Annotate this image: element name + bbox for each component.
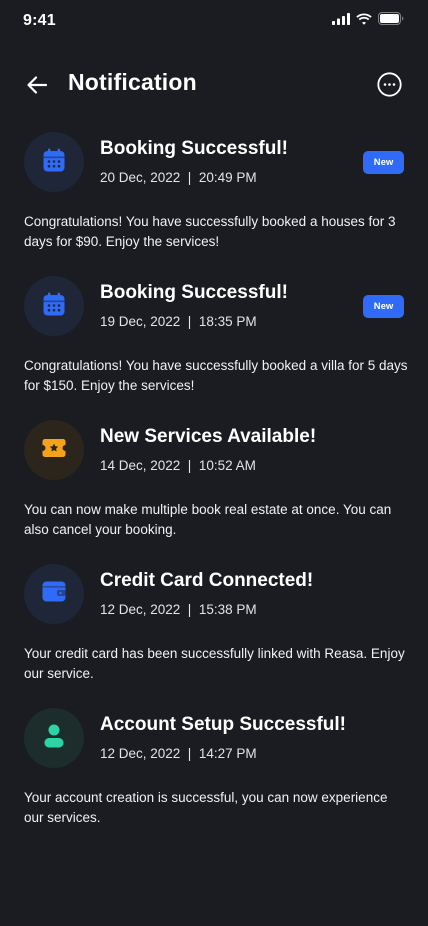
notification-timestamp: 14 Dec, 2022 | 10:52 AM: [100, 458, 256, 473]
more-horizontal-icon: [377, 72, 402, 101]
notification-icon-circle: [24, 276, 84, 336]
cellular-signal-icon: [332, 12, 350, 30]
calendar-icon: [43, 148, 65, 177]
notification-item[interactable]: Booking Successful! 20 Dec, 2022 | 20:49…: [0, 130, 428, 274]
notification-timestamp: 12 Dec, 2022 | 15:38 PM: [100, 602, 257, 617]
notification-message: You can now make multiple book real esta…: [24, 502, 392, 537]
notification-item[interactable]: Credit Card Connected! 12 Dec, 2022 | 15…: [0, 562, 428, 706]
back-button[interactable]: [24, 72, 50, 98]
notification-title: New Services Available!: [100, 426, 317, 447]
new-badge: New: [363, 151, 404, 174]
status-time: 9:41: [23, 12, 56, 29]
ticket-star-icon: [42, 438, 66, 463]
notification-title: Booking Successful!: [100, 282, 288, 303]
notification-message: Congratulations! You have successfully b…: [24, 214, 396, 249]
header: Notification: [0, 60, 428, 108]
battery-icon: [378, 12, 404, 30]
notification-item[interactable]: Booking Successful! 19 Dec, 2022 | 18:35…: [0, 274, 428, 418]
notification-timestamp: 20 Dec, 2022 | 20:49 PM: [100, 170, 257, 185]
notification-icon-circle: [24, 132, 84, 192]
notification-timestamp: 19 Dec, 2022 | 18:35 PM: [100, 314, 257, 329]
notification-icon-circle: [24, 420, 84, 480]
notification-title: Account Setup Successful!: [100, 714, 346, 735]
notification-icon-circle: [24, 564, 84, 624]
notification-timestamp: 12 Dec, 2022 | 14:27 PM: [100, 746, 257, 761]
wifi-icon: [356, 12, 372, 30]
status-icons: [332, 12, 404, 30]
notification-item[interactable]: Account Setup Successful! 12 Dec, 2022 |…: [0, 706, 428, 850]
notification-message: Your account creation is successful, you…: [24, 790, 388, 825]
status-bar: 9:41: [0, 0, 428, 44]
wallet-icon: [42, 581, 66, 607]
notification-message: Your credit card has been successfully l…: [24, 646, 405, 681]
notification-message: Congratulations! You have successfully b…: [24, 358, 408, 393]
new-badge: New: [363, 295, 404, 318]
arrow-left-icon: [24, 76, 50, 102]
notification-title: Booking Successful!: [100, 138, 288, 159]
notification-item[interactable]: New Services Available! 14 Dec, 2022 | 1…: [0, 418, 428, 562]
calendar-icon: [43, 292, 65, 321]
more-options-button[interactable]: [377, 72, 402, 97]
user-icon: [44, 724, 64, 753]
notification-icon-circle: [24, 708, 84, 768]
notification-title: Credit Card Connected!: [100, 570, 314, 591]
page-title: Notification: [68, 69, 197, 95]
notification-list: Booking Successful! 20 Dec, 2022 | 20:49…: [0, 130, 428, 850]
